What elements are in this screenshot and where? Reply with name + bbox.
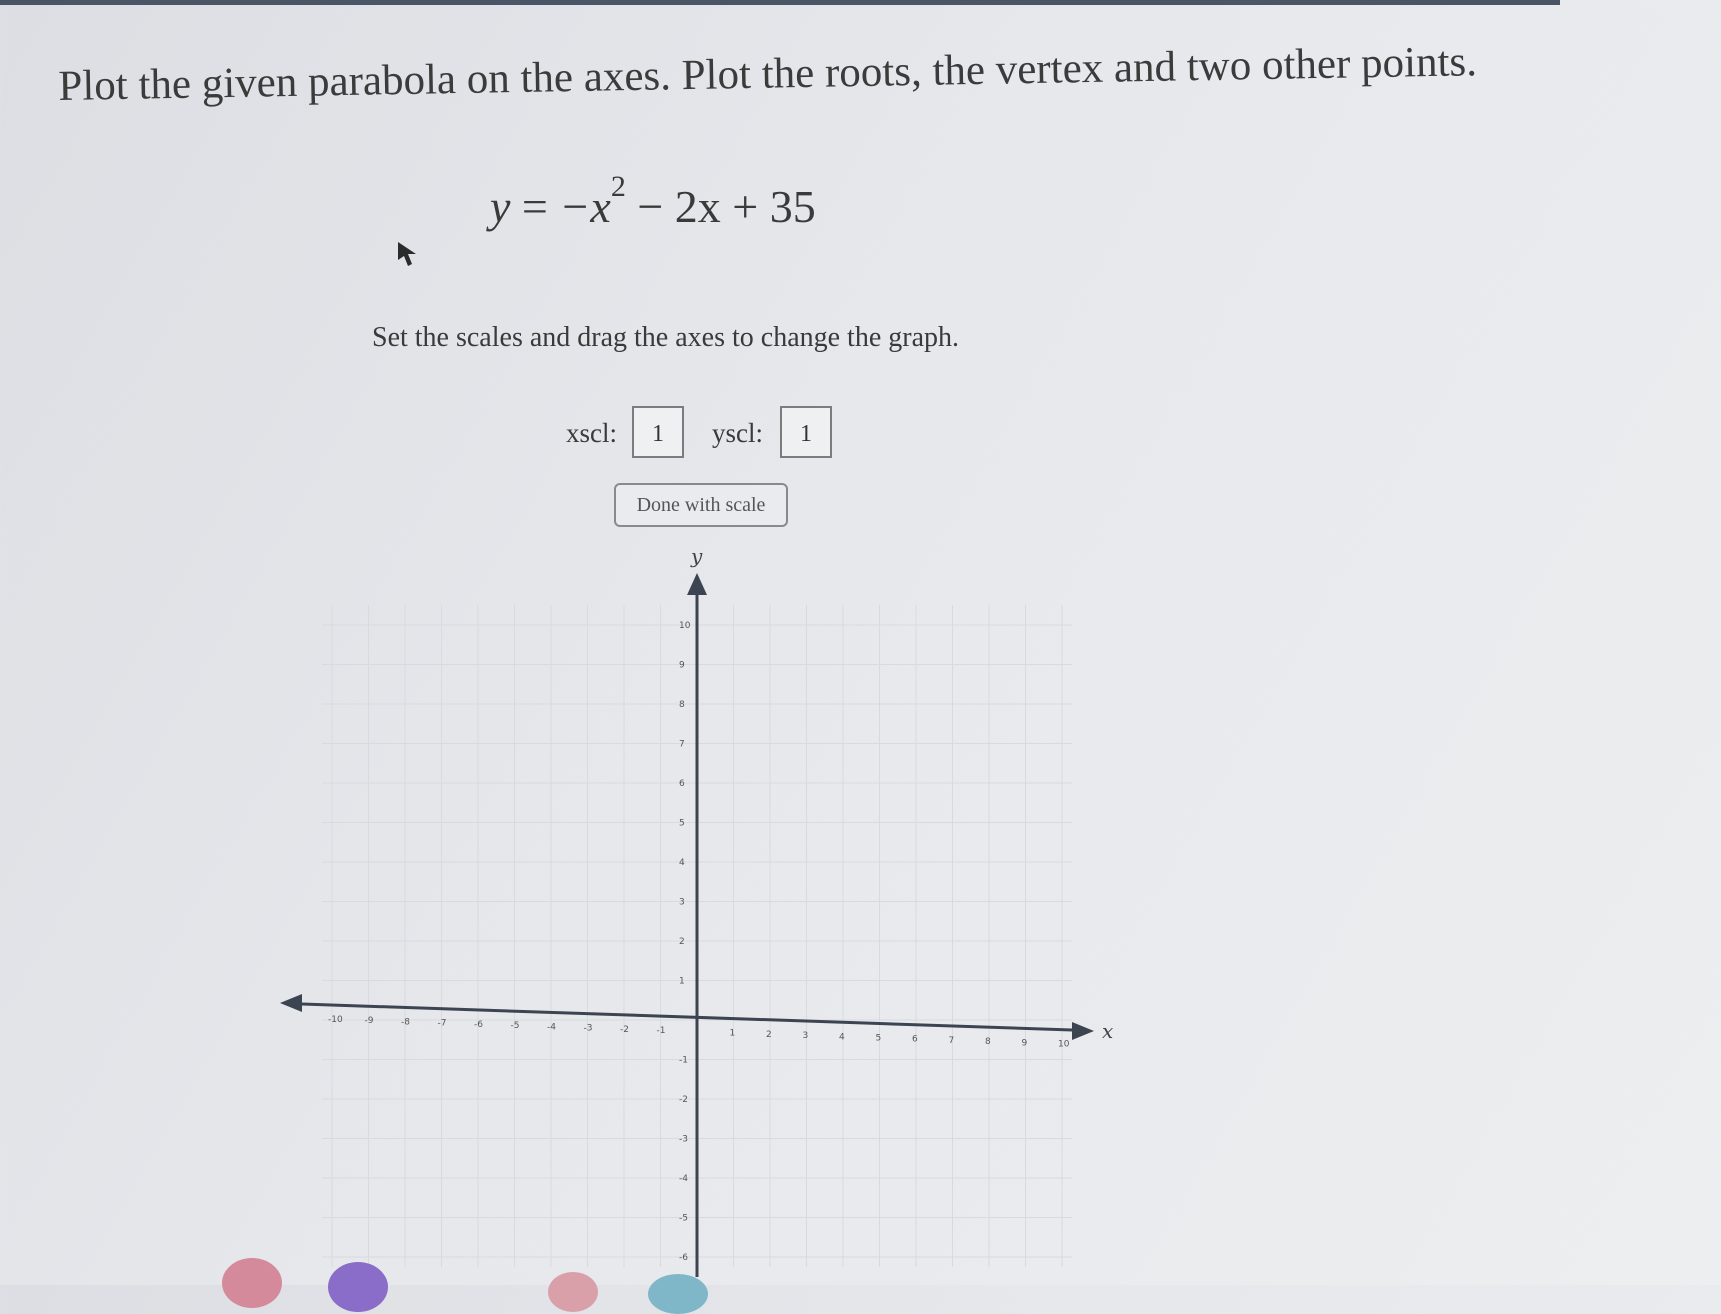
coordinate-graph[interactable]: x y -10 -9 -8 -7 -6 -5 -4 -3 -2 -1 1 2 3 4 5 6 7 8 9 10 10 9 8 7 6… [0,0,1721,1285]
y-tick-label: -1 [679,1056,688,1066]
taskbar-app-icon-1[interactable] [222,1258,282,1308]
y-tick-label: -3 [679,1135,688,1145]
y-tick-label: 9 [679,661,685,671]
x-tick-label: 3 [803,1031,809,1041]
arrow-left-icon [280,994,302,1012]
taskbar-app-icon-4[interactable] [648,1274,708,1314]
x-tick-label: -9 [365,1016,374,1026]
x-tick-label: 4 [839,1032,845,1042]
y-tick-label: -6 [679,1253,688,1263]
x-tick-label: 6 [912,1035,918,1045]
y-tick-label: 2 [679,937,685,947]
y-tick-label: -2 [679,1095,688,1105]
x-tick-label: -2 [620,1025,629,1035]
y-tick-label: 7 [679,740,685,750]
x-tick-label: -1 [657,1026,666,1036]
y-tick-label: 6 [679,779,685,789]
x-axis-line [301,1002,1073,1032]
x-tick-label: -8 [401,1017,410,1027]
x-tick-label: 2 [766,1030,772,1040]
x-tick-label: 1 [730,1029,736,1039]
y-tick-label: 4 [679,858,685,868]
arrow-right-icon [1072,1022,1094,1040]
y-tick-label: -4 [679,1174,688,1184]
x-tick-label: -5 [511,1021,520,1031]
y-tick-label: 5 [679,819,685,829]
x-tick-label: 8 [985,1037,991,1047]
y-axis-label: y [690,544,703,568]
x-tick-label: -10 [328,1015,343,1025]
y-tick-label: -5 [679,1214,688,1224]
y-tick-label: 1 [679,977,685,987]
x-axis-label: x [1102,1019,1113,1043]
taskbar-app-icon-2[interactable] [328,1262,388,1312]
x-tick-label: 10 [1058,1040,1070,1050]
x-tick-label: -4 [547,1022,556,1032]
x-tick-label: 9 [1022,1038,1028,1048]
x-tick-label: -7 [438,1019,447,1029]
x-tick-label: 5 [876,1033,882,1043]
x-tick-label: -3 [584,1024,593,1034]
x-tick-label: -6 [474,1020,483,1030]
arrow-up-icon [687,573,707,595]
y-tick-label: 8 [679,700,685,710]
y-tick-label: 3 [679,898,685,908]
taskbar-app-icon-3[interactable] [548,1272,598,1312]
y-tick-label: 10 [679,621,691,631]
x-tick-label: 7 [949,1036,955,1046]
